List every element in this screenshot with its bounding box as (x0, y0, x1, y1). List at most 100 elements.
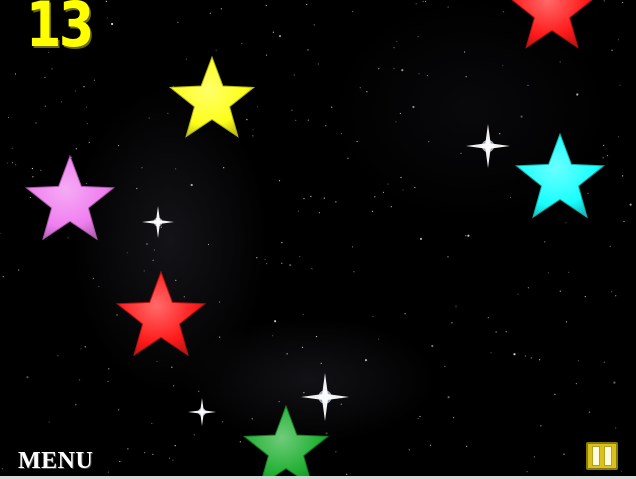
background-star-dot (577, 360, 579, 362)
background-star-dot (198, 390, 200, 392)
background-star-dot (119, 460, 121, 463)
star-yellow[interactable] (168, 55, 256, 138)
background-star-dot (539, 359, 541, 361)
background-star-dot (175, 168, 177, 170)
background-star-dot (48, 421, 50, 423)
background-star-dot (29, 196, 31, 199)
star-cyan[interactable] (514, 132, 606, 219)
sparkle-icon (142, 206, 174, 238)
pause-icon (592, 446, 600, 466)
background-star-dot (301, 346, 304, 348)
background-star-dot (622, 1, 624, 4)
background-star-dot (509, 196, 512, 198)
background-star-dot (153, 249, 155, 251)
background-star-dot (499, 133, 501, 135)
background-star-dot (460, 152, 462, 154)
background-star-dot (40, 169, 42, 171)
background-star-dot (584, 296, 586, 298)
background-star-dot (6, 162, 8, 164)
star-green[interactable] (242, 404, 330, 479)
background-star-dot (220, 8, 222, 10)
background-star-dot (353, 271, 355, 273)
background-star-dot (310, 195, 312, 197)
background-star-dot (151, 422, 153, 425)
background-star-dot (93, 79, 95, 81)
background-star-dot (422, 0, 424, 3)
background-star-dot (603, 0, 605, 2)
star-red-middle[interactable] (115, 270, 207, 357)
background-star-dot (83, 86, 85, 88)
background-star-dot (145, 242, 149, 246)
background-star-dot (575, 383, 578, 385)
background-star-dot (565, 321, 568, 323)
background-star-dot (404, 313, 406, 315)
star-red-top[interactable] (510, 0, 594, 49)
background-star-dot (568, 271, 570, 273)
background-star-dot (613, 381, 616, 384)
background-star-dot (359, 87, 361, 89)
background-star-dot (14, 73, 17, 75)
background-star-dot (1, 468, 3, 470)
background-star-dot (222, 421, 224, 423)
background-star-dot (289, 264, 292, 267)
background-star-dot (417, 36, 419, 38)
background-star-dot (317, 63, 319, 65)
background-star-dot (347, 157, 349, 159)
background-star-dot (299, 255, 301, 258)
background-star-dot (293, 74, 295, 76)
background-star-dot (444, 365, 446, 367)
background-star-dot (35, 122, 37, 124)
background-star-dot (559, 290, 561, 292)
background-star-dot (527, 287, 530, 289)
star-pink[interactable] (24, 154, 116, 241)
background-star-dot (241, 42, 243, 44)
background-star-dot (629, 203, 632, 206)
background-star-dot (156, 360, 158, 362)
background-star-dot (15, 164, 17, 166)
background-star-dot (67, 237, 69, 239)
background-star-dot (264, 258, 266, 261)
game-screen[interactable]: 13 MENU (0, 0, 636, 479)
background-star-dot (505, 331, 507, 333)
background-star-dot (547, 272, 550, 274)
background-star-dot (169, 457, 171, 459)
menu-button[interactable]: MENU (18, 449, 93, 473)
background-star-dot (426, 75, 428, 77)
background-star-dot (372, 316, 374, 318)
background-star-dot (218, 301, 221, 303)
background-star-dot (464, 51, 466, 53)
background-star-dot (11, 162, 14, 164)
background-star-dot (190, 183, 193, 187)
background-star-dot (335, 201, 337, 203)
background-star-dot (252, 129, 254, 131)
background-star-dot (447, 256, 449, 258)
background-star-dot (320, 362, 322, 364)
background-star-dot (418, 73, 420, 75)
background-star-dot (527, 84, 529, 86)
background-star-dot (92, 277, 94, 279)
background-star-dot (136, 187, 138, 190)
background-star-dot (174, 445, 176, 447)
background-star-dot (172, 459, 174, 461)
background-star-dot (609, 245, 611, 247)
background-star-dot (26, 376, 29, 379)
background-star-dot (465, 235, 467, 237)
background-star-dot (0, 232, 1, 234)
pause-button[interactable] (586, 442, 618, 470)
background-star-dot (606, 155, 609, 157)
background-star-dot (295, 119, 297, 121)
background-star-dot (160, 226, 162, 228)
background-star-dot (620, 470, 623, 472)
background-star-dot (487, 317, 489, 319)
background-star-dot (378, 68, 380, 70)
background-star-dot (447, 6, 449, 8)
background-star-dot (60, 101, 63, 103)
background-star-dot (307, 49, 309, 51)
background-star-dot (126, 252, 128, 254)
background-star-dot (266, 263, 268, 265)
background-star-dot (278, 180, 281, 182)
falling-stars[interactable] (24, 0, 606, 479)
background-star-dot (401, 69, 404, 72)
background-star-dot (554, 393, 556, 395)
background-star-dot (318, 212, 320, 214)
